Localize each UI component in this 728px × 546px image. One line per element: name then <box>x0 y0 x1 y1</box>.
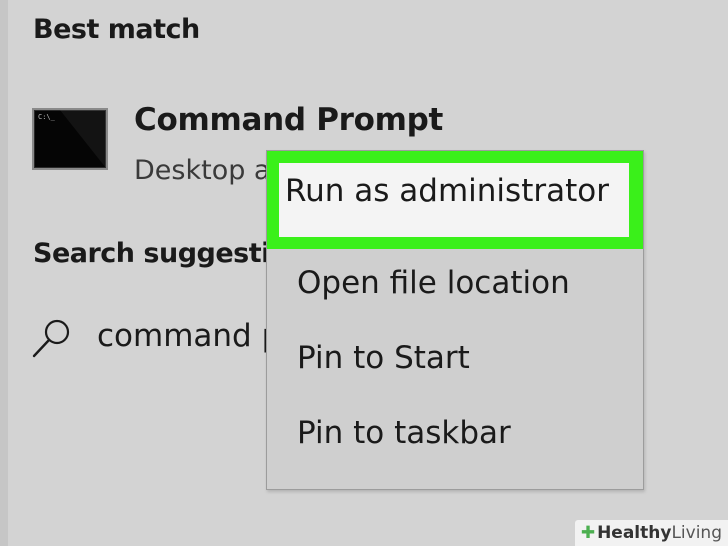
menu-item-label: Run as administrator <box>285 173 609 209</box>
menu-item-label: Pin to taskbar <box>297 415 511 451</box>
command-prompt-icon: C:\_ <box>32 108 108 170</box>
menu-item-run-as-administrator[interactable]: Run as administrator <box>267 151 643 249</box>
menu-item-pin-to-start[interactable]: Pin to Start <box>267 326 643 396</box>
window-edge <box>0 0 8 546</box>
watermark-logo: ✚ HealthyLiving <box>574 520 728 546</box>
search-suggestion-text: command p <box>97 318 282 354</box>
best-match-heading: Best match <box>33 14 200 45</box>
result-title: Command Prompt <box>134 102 444 138</box>
menu-item-open-file-location[interactable]: Open file location <box>267 251 643 321</box>
search-suggestions-heading: Search suggestio <box>33 238 288 269</box>
result-subtitle: Desktop a <box>134 155 271 186</box>
plus-icon: ✚ <box>580 523 596 543</box>
menu-item-label: Pin to Start <box>297 340 470 376</box>
menu-item-pin-to-taskbar[interactable]: Pin to taskbar <box>267 401 643 471</box>
search-icon <box>32 319 70 358</box>
context-menu: Run as administrator Open file location … <box>266 150 644 490</box>
menu-item-label: Open file location <box>297 265 570 301</box>
